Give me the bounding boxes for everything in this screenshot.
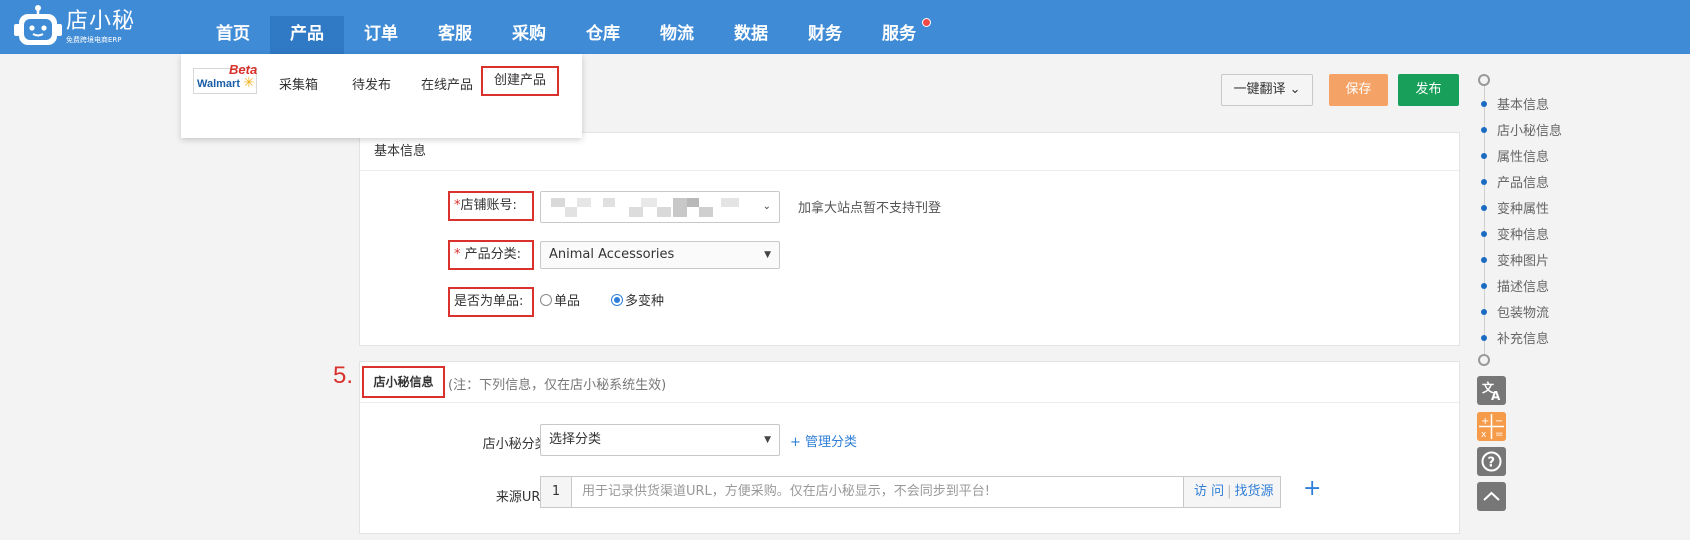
visit-link[interactable]: 访 问: [1194, 484, 1224, 499]
svg-text:x: x: [1481, 430, 1487, 440]
logo[interactable]: 店小秘 免费跨境电商ERP: [14, 5, 135, 49]
source-url-label: 来源URL:: [495, 490, 552, 505]
anchor-start-ring: [1478, 74, 1490, 86]
basic-info-title: 基本信息: [360, 133, 1459, 171]
walmart-spark-icon: ✳: [243, 75, 255, 91]
robot-icon: [14, 5, 62, 49]
notification-dot: [922, 18, 931, 27]
publish-button[interactable]: 发布: [1398, 74, 1459, 106]
translate-icon[interactable]: 文 A: [1477, 376, 1506, 405]
store-hint: 加拿大站点暂不支持刊登: [798, 201, 942, 216]
category-value: Animal Accessories: [549, 247, 675, 262]
chevron-up-icon[interactable]: [1477, 482, 1506, 511]
anchor-variant-attribute[interactable]: 变种属性: [1481, 198, 1549, 217]
translate-label: 一键翻译: [1233, 82, 1286, 97]
product-category-label: * 产品分类:: [448, 240, 534, 270]
anchor-product-info[interactable]: 产品信息: [1481, 172, 1549, 191]
menu-item-pending-publish[interactable]: 待发布: [352, 74, 391, 93]
anchor-variant-images[interactable]: 变种图片: [1481, 250, 1549, 269]
anchor-packaging-logistics[interactable]: 包装物流: [1481, 302, 1549, 321]
radio-circle: [540, 293, 552, 306]
anchor-dxm-info[interactable]: 店小秘信息: [1481, 120, 1562, 139]
help-icon[interactable]: ?: [1477, 447, 1506, 476]
radio-circle-checked: [611, 293, 623, 306]
url-index: 1: [540, 476, 572, 508]
store-account-label: *店铺账号:: [448, 191, 534, 221]
nav-product[interactable]: 产品: [270, 16, 344, 54]
anchor-variant-info[interactable]: 变种信息: [1481, 224, 1549, 243]
anchor-end-ring: [1478, 354, 1490, 366]
nav-customer-service[interactable]: 客服: [418, 16, 492, 54]
dxm-category-label: 店小秘分类:: [482, 437, 552, 452]
source-url-group: 1 用于记录供货渠道URL，方便采购。仅在店小秘显示，不会同步到平台! 访 问 |…: [540, 476, 1281, 508]
dxm-info-title: 店小秘信息: [362, 366, 445, 398]
nav-logistics[interactable]: 物流: [640, 16, 714, 54]
svg-text:−: −: [1495, 416, 1503, 427]
store-account-select[interactable]: ⌄: [540, 191, 780, 223]
one-click-translate-button[interactable]: 一键翻译 ⌄: [1221, 74, 1313, 106]
svg-text:?: ?: [1488, 456, 1496, 471]
add-url-icon[interactable]: +: [1303, 476, 1321, 501]
triangle-down-icon: ▼: [764, 250, 771, 260]
nav-home[interactable]: 首页: [196, 16, 270, 54]
logo-subtitle: 免费跨境电商ERP: [66, 36, 122, 44]
dxm-category-select[interactable]: 选择分类 ▼: [540, 424, 780, 456]
svg-text:=: =: [1495, 429, 1503, 440]
triangle-down-icon: ▼: [764, 435, 771, 445]
product-dropdown-menu: Walmart ✳ Beta 采集箱 待发布 在线产品 创建产品: [181, 54, 582, 138]
radio-multi-variant[interactable]: 多变种: [611, 290, 664, 309]
top-navbar: 店小秘 免费跨境电商ERP 首页 产品 订单 客服 采购 仓库 物流 数据 财务…: [0, 0, 1690, 54]
nav-warehouse[interactable]: 仓库: [566, 16, 640, 54]
menu-item-create-product[interactable]: 创建产品: [481, 66, 559, 96]
logo-name: 店小秘: [66, 9, 136, 34]
dxm-info-note: (注：下列信息，仅在店小秘系统生效): [448, 378, 667, 393]
anchor-basic-info[interactable]: 基本信息: [1481, 94, 1549, 113]
category-placeholder: 选择分类: [549, 432, 602, 447]
radio-single[interactable]: 单品: [540, 290, 580, 309]
nav-finance[interactable]: 财务: [788, 16, 862, 54]
nav-data[interactable]: 数据: [714, 16, 788, 54]
anchor-description-info[interactable]: 描述信息: [1481, 276, 1549, 295]
chevron-down-icon: ⌄: [762, 201, 771, 212]
chevron-down-icon: ⌄: [1289, 82, 1301, 97]
svg-text:A: A: [1491, 389, 1501, 403]
single-product-label: 是否为单品:: [448, 287, 534, 317]
menu-item-collect-box[interactable]: 采集箱: [279, 74, 318, 93]
source-url-input[interactable]: 用于记录供货渠道URL，方便采购。仅在店小秘显示，不会同步到平台!: [572, 476, 1184, 508]
walmart-logo: Walmart: [197, 78, 240, 90]
url-actions: 访 问 | 找货源: [1184, 476, 1281, 508]
anchor-supplementary-info[interactable]: 补充信息: [1481, 328, 1549, 347]
find-source-link[interactable]: 找货源: [1235, 484, 1274, 499]
annotation-5: 5.: [333, 362, 354, 389]
nav-order[interactable]: 订单: [344, 16, 418, 54]
nav-purchase[interactable]: 采购: [492, 16, 566, 54]
anchor-attribute-info[interactable]: 属性信息: [1481, 146, 1549, 165]
product-category-select[interactable]: Animal Accessories ▼: [540, 241, 780, 269]
main-nav: 首页 产品 订单 客服 采购 仓库 物流 数据 财务 服务: [196, 16, 936, 54]
beta-badge: Beta: [229, 62, 258, 77]
manage-category-link[interactable]: + 管理分类: [790, 431, 857, 450]
calculator-icon[interactable]: + − x =: [1477, 412, 1506, 441]
svg-text:+: +: [1481, 416, 1489, 427]
save-button[interactable]: 保存: [1329, 74, 1388, 106]
menu-item-online-products[interactable]: 在线产品: [421, 74, 473, 93]
